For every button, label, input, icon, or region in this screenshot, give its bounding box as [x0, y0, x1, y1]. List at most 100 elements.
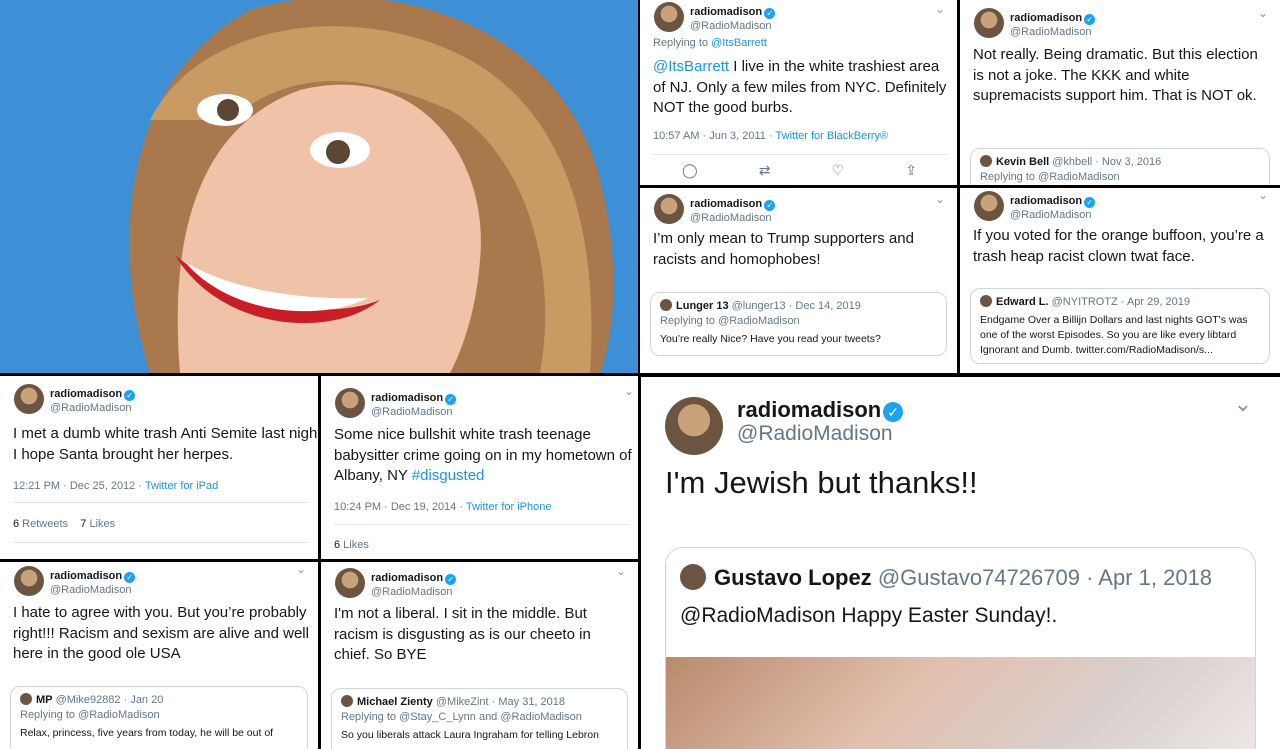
- quoted-replying-to: Replying to @Stay_C_Lynn and @RadioMadis…: [341, 711, 582, 723]
- user-handle[interactable]: @RadioMadison: [1010, 26, 1095, 39]
- verified-icon: ✓: [124, 572, 136, 583]
- display-name[interactable]: radiomadison: [50, 570, 122, 582]
- verified-icon: ✓: [124, 390, 136, 401]
- tweet-stats: 6 Likes: [334, 539, 369, 551]
- quoted-author-name: Kevin Bell: [996, 156, 1050, 168]
- tweet-card-large: radiomadison ✓ @RadioMadison ⌄ I'm Jewish…: [641, 377, 1280, 749]
- user-handle[interactable]: @RadioMadison: [690, 20, 775, 33]
- display-name[interactable]: radiomadison: [1010, 195, 1082, 207]
- tweet-header: radiomadison ✓ @RadioMadison: [14, 384, 136, 415]
- display-name[interactable]: radiomadison: [50, 388, 122, 400]
- user-handle[interactable]: @RadioMadison: [371, 586, 456, 599]
- quoted-text: So you liberals attack Laura Ingraham fo…: [341, 729, 599, 741]
- avatar[interactable]: [14, 384, 44, 414]
- quoted-author-name: Edward L.: [996, 296, 1049, 308]
- tweet-text: I’m only mean to Trump supporters and ra…: [653, 230, 914, 268]
- verified-icon: ✓: [445, 574, 457, 585]
- tweet-source-link[interactable]: Twitter for BlackBerry®: [776, 130, 889, 142]
- tweet-header: radiomadison ✓ @RadioMadison: [14, 566, 136, 597]
- quoted-meta: @lunger13 · Dec 14, 2019: [731, 300, 861, 312]
- quoted-tweet[interactable]: Lunger 13 @lunger13 · Dec 14, 2019 Reply…: [650, 292, 947, 356]
- quoted-text: Relax, princess, five years from today, …: [20, 727, 274, 739]
- quoted-meta: @Mike92882 · Jan 20: [55, 694, 164, 706]
- user-handle[interactable]: @RadioMadison: [371, 406, 456, 419]
- quoted-text: You’re really Nice? Have you read your t…: [660, 333, 881, 345]
- quoted-author-name: Lunger 13: [676, 300, 729, 312]
- chevron-down-icon[interactable]: ⌄: [1258, 6, 1268, 20]
- quoted-tweet[interactable]: Gustavo Lopez @Gustavo74726709 · Apr 1, …: [665, 547, 1256, 749]
- tweet-source-link[interactable]: Twitter for iPad: [145, 480, 218, 492]
- retweet-icon[interactable]: ⇄: [759, 162, 771, 179]
- avatar[interactable]: [974, 191, 1004, 221]
- tweet-actions: ◯ ⇄ ♡ ⇪: [682, 162, 917, 179]
- user-handle[interactable]: @RadioMadison: [50, 584, 135, 597]
- user-handle[interactable]: @RadioMadison: [737, 422, 903, 446]
- tweet-source-link[interactable]: Twitter for iPhone: [466, 501, 552, 513]
- quoted-tweet[interactable]: Edward L. @NYITROTZ · Apr 29, 2019 Endga…: [970, 288, 1270, 364]
- chevron-down-icon[interactable]: ⌄: [624, 384, 634, 398]
- quoted-media-image[interactable]: [666, 657, 1255, 749]
- chevron-down-icon[interactable]: ⌄: [616, 564, 626, 578]
- avatar[interactable]: [974, 8, 1004, 38]
- quoted-replying-to: Replying to @RadioMadison: [20, 709, 160, 721]
- quoted-tweet[interactable]: Michael Zienty @MikeZint · May 31, 2018 …: [331, 688, 628, 749]
- tweet-text: @ItsBarrett I live in the white trashies…: [653, 58, 947, 116]
- hashtag-link[interactable]: #disgusted: [412, 467, 485, 484]
- display-name[interactable]: radiomadison: [690, 6, 762, 18]
- reply-mention-link[interactable]: @ItsBarrett: [711, 37, 767, 49]
- chevron-down-icon[interactable]: ⌄: [935, 192, 945, 206]
- share-icon[interactable]: ⇪: [905, 162, 917, 179]
- chevron-down-icon[interactable]: ⌄: [1258, 188, 1268, 202]
- avatar: [980, 295, 992, 307]
- mention-link[interactable]: @ItsBarrett: [653, 58, 729, 75]
- divider: [13, 542, 308, 543]
- display-name[interactable]: radiomadison: [371, 572, 443, 584]
- display-name[interactable]: radiomadison: [737, 397, 881, 422]
- tweet-header: radiomadison ✓ @RadioMadison: [654, 194, 776, 225]
- quoted-tweet[interactable]: MP @Mike92882 · Jan 20 Replying to @Radi…: [10, 686, 308, 749]
- avatar[interactable]: [14, 566, 44, 596]
- user-handle[interactable]: @RadioMadison: [1010, 209, 1095, 222]
- avatar: [660, 299, 672, 311]
- tweet-card: radiomadison ✓ @RadioMadison ⌄ Some nice …: [321, 376, 638, 559]
- tweet-text: If you voted for the orange buffoon, you…: [973, 227, 1264, 265]
- quoted-meta: @Gustavo74726709 · Apr 1, 2018: [877, 565, 1213, 590]
- avatar[interactable]: [335, 388, 365, 418]
- reply-icon[interactable]: ◯: [682, 162, 698, 179]
- avatar: [341, 695, 353, 707]
- quoted-author-name: MP: [36, 694, 53, 706]
- tweet-text: I'm not a liberal. I sit in the middle. …: [334, 605, 591, 663]
- avatar[interactable]: [654, 2, 684, 32]
- chevron-down-icon[interactable]: ⌄: [1234, 391, 1252, 417]
- quoted-text: @RadioMadison Happy Easter Sunday!.: [680, 604, 1058, 627]
- tweet-card: radiomadison ✓ @RadioMadison ⌄ If you vot…: [960, 188, 1280, 373]
- user-handle[interactable]: @RadioMadison: [50, 402, 135, 415]
- avatar[interactable]: [665, 397, 723, 455]
- verified-icon: ✓: [1084, 197, 1096, 208]
- display-name[interactable]: radiomadison: [690, 198, 762, 210]
- quoted-tweet[interactable]: Kevin Bell @khbell · Nov 3, 2016 Replyin…: [970, 148, 1270, 185]
- quoted-text: Endgame Over a Billijn Dollars and last …: [980, 314, 1248, 356]
- chevron-down-icon[interactable]: ⌄: [935, 2, 945, 16]
- divider: [13, 502, 308, 503]
- replying-to: Replying to @ItsBarrett: [653, 37, 767, 49]
- display-name[interactable]: radiomadison: [1010, 12, 1082, 24]
- tweet-text: I hate to agree with you. But you’re pro…: [13, 604, 309, 662]
- quoted-author-name: Michael Zienty: [357, 696, 433, 708]
- avatar[interactable]: [654, 194, 684, 224]
- verified-icon: ✓: [883, 402, 904, 422]
- avatar[interactable]: [335, 568, 365, 598]
- tweet-text: Some nice bullshit white trash teenage b…: [334, 426, 632, 484]
- tweet-header: radiomadison ✓ @RadioMadison: [665, 397, 904, 455]
- tweet-stats: 6 Retweets 7 Likes: [13, 518, 116, 530]
- divider: [334, 524, 628, 525]
- avatar: [980, 155, 992, 167]
- display-name[interactable]: radiomadison: [371, 392, 443, 404]
- woman-portrait-image: [0, 0, 638, 373]
- tweet-header: radiomadison ✓ @RadioMadison: [974, 8, 1096, 39]
- tweet-header: radiomadison ✓ @RadioMadison: [335, 388, 457, 419]
- chevron-down-icon[interactable]: ⌄: [296, 562, 306, 576]
- tweet-timestamp: 10:24 PM · Dec 19, 2014 · Twitter for iP…: [334, 501, 552, 513]
- like-icon[interactable]: ♡: [832, 162, 845, 179]
- user-handle[interactable]: @RadioMadison: [690, 212, 775, 225]
